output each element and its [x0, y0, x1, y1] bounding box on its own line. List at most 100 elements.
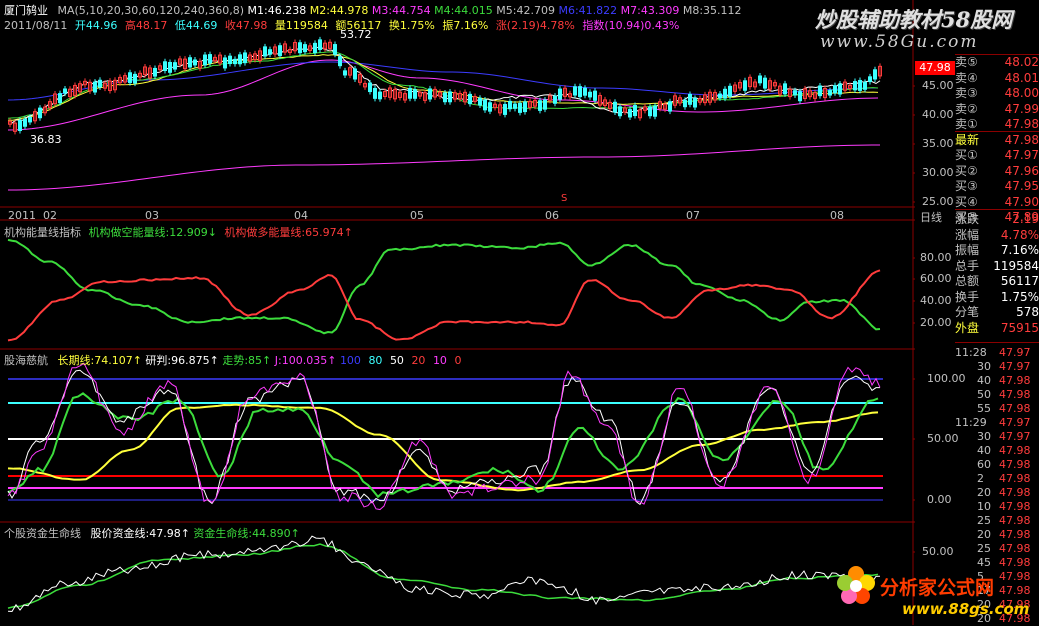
panel4-title[interactable]: 个股资金生命线 — [4, 527, 81, 540]
up-arrow-icon: ↑ — [290, 527, 300, 540]
tick-time: 20 — [977, 486, 991, 499]
stat-label: 涨幅 — [955, 227, 980, 242]
quote-side-panel: 47.98 卖⑤ 48.02 卖④ 48.01 卖③ 48.00 卖② 47.99 卖① 47.9… — [915, 0, 1039, 625]
quote-volume: 量119584 — [274, 19, 328, 32]
tick-time: 55 — [977, 402, 991, 415]
down-arrow-icon: ↓ — [207, 226, 217, 239]
quote-date: 2011/08/11 — [4, 19, 68, 32]
tick-time: 40 — [977, 374, 991, 387]
price-fund-line — [7, 535, 881, 612]
tick-price: 47.98 — [999, 444, 1031, 457]
tick-time: 40 — [977, 444, 991, 457]
stat-value: 578 — [1016, 305, 1039, 319]
stat-label: 振幅 — [955, 243, 980, 257]
trend-line — [7, 392, 879, 499]
panel3-long-line: 长期线:74.107 — [57, 354, 133, 367]
quote-index: 指数(10.94)0.43% — [582, 19, 680, 32]
order-book-label: 卖① — [955, 117, 978, 131]
high-marker: 53.72 — [340, 28, 372, 41]
flower-icon — [837, 566, 875, 604]
ma-m1: M1:46.238 — [247, 4, 307, 17]
tick-price: 47.98 — [999, 472, 1031, 485]
order-book-price: 47.98 — [1004, 132, 1039, 147]
ma-m7: M7:43.309 — [620, 4, 680, 17]
order-book-price: 47.98 — [1004, 117, 1039, 131]
tick-time: 2 — [977, 472, 984, 485]
up-arrow-icon: ↑ — [209, 354, 219, 367]
tick-price: 47.98 — [999, 514, 1031, 527]
watermark-bottom-text: 分析家公式网 — [880, 577, 995, 599]
tick-price: 47.98 — [999, 556, 1031, 569]
panel3-judge: 研判:96.875 — [145, 354, 210, 367]
stat-value: 119584 — [993, 258, 1039, 273]
stat-value: 7.16% — [1000, 243, 1039, 257]
tick-price: 47.97 — [999, 416, 1031, 429]
flower-logo — [836, 565, 876, 605]
order-book-label: 卖④ — [955, 70, 978, 85]
low-marker: 36.83 — [30, 133, 62, 146]
tick-time: 11:29 — [955, 416, 987, 429]
order-book-price: 47.90 — [1004, 194, 1039, 209]
tick-time: 25 — [977, 514, 991, 527]
ma-m8: M8:35.112 — [682, 4, 742, 17]
stat-label: 涨跌 — [955, 212, 980, 226]
tick-time: 45 — [977, 556, 991, 569]
tick-price: 47.98 — [999, 542, 1031, 555]
stat-label: 总额 — [955, 274, 980, 288]
watermark-bottom-url: www.88gs.com — [902, 600, 1030, 618]
tick-price: 47.98 — [999, 388, 1031, 401]
order-book-price: 48.02 — [1004, 55, 1039, 69]
panel2-title[interactable]: 机构能量线指标 — [4, 226, 81, 239]
panel-divider — [955, 342, 1039, 343]
header-row-1: 厦门鸫业 MA(5,10,20,30,60,120,240,360,8) M1:… — [4, 2, 742, 18]
order-book-price: 47.95 — [1004, 179, 1039, 193]
xaxis-label-2011: 2011 — [8, 209, 36, 222]
ma-m4: M4:44.015 — [434, 4, 493, 17]
up-arrow-icon: ↑ — [327, 354, 337, 367]
event-marker: S — [561, 193, 568, 204]
tick-price: 47.98 — [999, 570, 1031, 583]
stat-label: 换手 — [955, 289, 980, 304]
panel3-level-10: 10 — [432, 354, 447, 367]
ma-m4-line — [7, 51, 879, 119]
quote-change: 涨(2.19)4.78% — [495, 19, 575, 32]
chart-area[interactable]: 厦门鸫业 MA(5,10,20,30,60,120,240,360,8) M1:… — [0, 0, 1012, 625]
ma-m3: M3:44.754 — [371, 4, 431, 17]
stat-value: 75915 — [1000, 320, 1039, 335]
panel4-header: 个股资金生命线 股价资金线:47.98↑ 资金生命线:44.890↑ — [4, 525, 300, 541]
tick-time: 11:28 — [955, 346, 987, 359]
stat-label: 外盘 — [955, 320, 980, 335]
panel3-level-0: 0 — [454, 354, 462, 367]
panel2-green-value: 机构做空能量线:12.909 — [88, 226, 208, 239]
quote-high: 高48.17 — [124, 19, 168, 32]
panel2-header: 机构能量线指标 机构做空能量线:12.909↓ 机构做多能量线:65.974↑ — [4, 224, 353, 240]
tick-time: 30 — [977, 360, 991, 373]
tick-time: 50 — [977, 388, 991, 401]
tick-price: 47.98 — [999, 458, 1031, 471]
stock-name[interactable]: 厦门鸫业 — [4, 4, 48, 17]
xaxis-label-07: 07 — [686, 209, 700, 222]
panel3-level-20: 20 — [411, 354, 426, 367]
xaxis-label-05: 05 — [410, 209, 424, 222]
panel-divider — [955, 131, 1039, 132]
tick-price: 47.97 — [999, 360, 1031, 373]
tick-time: 25 — [977, 542, 991, 555]
panel3-level-100: 100 — [339, 354, 361, 367]
order-book-label: 卖③ — [955, 86, 978, 100]
panel4-price-fund: 股价资金线:47.98 — [90, 527, 181, 540]
tick-price: 47.98 — [999, 402, 1031, 415]
panel3-title[interactable]: 股海慈航 — [4, 354, 48, 367]
panel4-fund-life: 资金生命线:44.890 — [193, 527, 291, 540]
order-book-label: 卖⑤ — [955, 55, 978, 69]
order-book-label: 买① — [955, 148, 978, 162]
order-book-price: 48.01 — [1004, 70, 1039, 85]
tick-time: 30 — [977, 430, 991, 443]
quote-low: 低44.69 — [174, 19, 218, 32]
ma-m5: M5:42.709 — [496, 4, 555, 17]
panel3-header: 股海慈航 长期线:74.107↑ 研判:96.875↑ 走势:85↑ J:100… — [4, 352, 461, 368]
panel3-level-50: 50 — [389, 354, 404, 367]
panel2-green-line — [7, 238, 881, 335]
quote-open: 开44.96 — [74, 19, 118, 32]
order-book-price: 48.00 — [1004, 86, 1039, 100]
up-arrow-icon: ↑ — [132, 354, 142, 367]
